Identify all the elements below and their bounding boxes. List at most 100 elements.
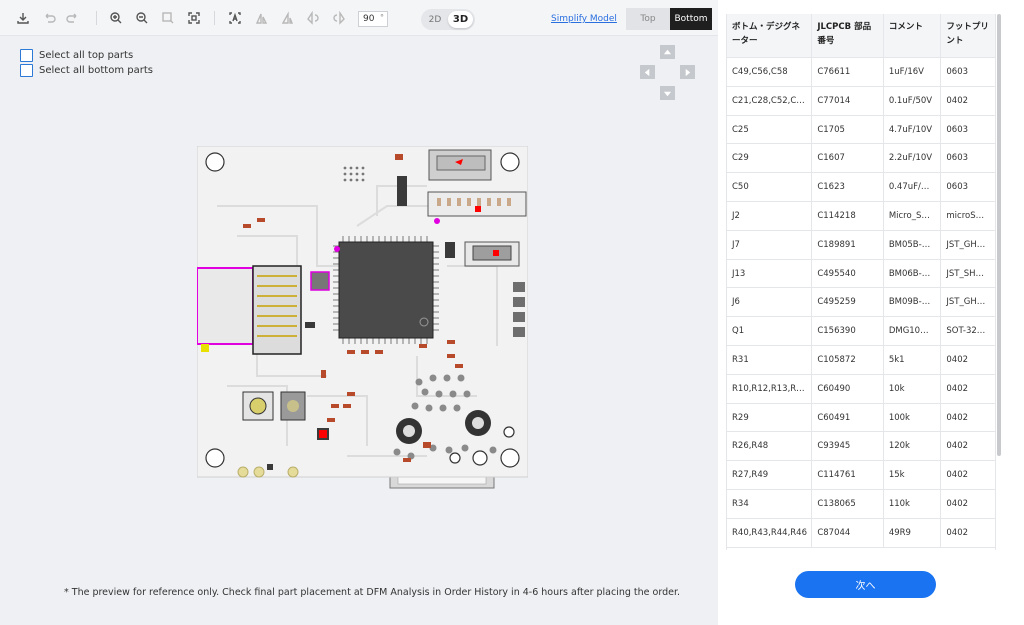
- pan-down-button[interactable]: [660, 86, 675, 100]
- select-top-parts-row[interactable]: Select all top parts: [20, 49, 133, 62]
- designator-cell: J13: [727, 259, 813, 288]
- rotate-icon[interactable]: [278, 9, 296, 27]
- toolbar-divider: [96, 11, 97, 25]
- table-row[interactable]: J7 C189891 BM05B-… JST_GH…: [727, 230, 995, 260]
- footprint-cell: 0402: [946, 383, 969, 394]
- footprint-cell: 0402: [946, 498, 969, 509]
- designator-cell: C29: [727, 144, 813, 173]
- designator-cell: C25: [727, 115, 813, 144]
- pcb-render[interactable]: [197, 146, 528, 489]
- table-row[interactable]: R34 C138065 110k 0402: [727, 489, 995, 519]
- undo-icon[interactable]: [40, 9, 58, 27]
- table-row[interactable]: C29 C1607 2.2uF/10V 0603: [727, 144, 995, 174]
- rotation-angle-input[interactable]: 90 °: [358, 11, 388, 27]
- comment-cell: 5k1: [884, 345, 942, 374]
- chevron-up-icon: [663, 49, 672, 54]
- table-row[interactable]: R26,R48 C93945 120k 0402: [727, 432, 995, 462]
- table-row[interactable]: C50 C1623 0.47uF/… 0603: [727, 173, 995, 202]
- footprint-cell: 0603: [946, 182, 969, 193]
- side-bottom-button[interactable]: Bottom: [670, 8, 712, 30]
- table-row[interactable]: R29 C60491 100k 0402: [727, 403, 995, 433]
- designator-cell: R31: [727, 345, 813, 374]
- pan-up-button[interactable]: [660, 45, 675, 59]
- text-select-icon[interactable]: [226, 9, 244, 27]
- table-row[interactable]: J13 C495540 BM06B-… JST_SH…: [727, 259, 995, 289]
- app-root: 90 ° 2D 3D Simplify Model Top Bottom Sel…: [0, 0, 1024, 625]
- pcb-viewer: 90 ° 2D 3D Simplify Model Top Bottom Sel…: [0, 0, 718, 625]
- comment-cell: Micro_S…: [884, 201, 942, 230]
- table-row[interactable]: R27,R49 C114761 15k 0402: [727, 461, 995, 490]
- comment-cell: 2.2uF/10V: [884, 144, 942, 173]
- comment-cell: 15k: [884, 461, 942, 489]
- footprint-cell: 0402: [946, 95, 969, 106]
- part-number-cell: C138065: [812, 489, 884, 518]
- select-top-label: Select all top parts: [39, 50, 134, 61]
- footprint-cell: SOT-32…: [946, 326, 986, 337]
- designator-cell: C49,C56,C58: [727, 58, 813, 86]
- part-number-cell: C93945: [812, 432, 884, 461]
- table-row[interactable]: J2 C114218 Micro_S… microS…: [727, 201, 995, 231]
- chevron-right-icon: [685, 68, 691, 76]
- rotate-icon[interactable]: [304, 9, 322, 27]
- table-row[interactable]: R10,R12,R13,R… C60490 10k 0402: [727, 374, 995, 404]
- comment-cell: 100k: [884, 403, 942, 432]
- designator-cell: J7: [727, 230, 813, 259]
- select-bottom-parts-row[interactable]: Select all bottom parts: [20, 64, 153, 77]
- select-top-checkbox[interactable]: [20, 49, 33, 62]
- comment-cell: 49R9: [884, 518, 942, 547]
- table-row[interactable]: R40,R43,R44,R46 C87044 49R9 0402: [727, 518, 995, 548]
- rotate-icon[interactable]: [252, 9, 270, 27]
- part-number-cell: C495259: [812, 288, 884, 317]
- designator-cell: J2: [727, 201, 813, 230]
- simplify-model-link[interactable]: Simplify Model: [551, 14, 617, 24]
- designator-cell: Q1: [727, 317, 813, 345]
- comment-cell: 0.47uF/…: [884, 173, 942, 201]
- mode-2d-button[interactable]: 2D: [423, 11, 447, 28]
- mode-3d-button[interactable]: 3D: [448, 11, 473, 28]
- designator-cell: R40,R43,R44,R46: [727, 518, 813, 547]
- designator-cell: R29: [727, 403, 813, 432]
- comment-cell: 1uF/16V: [884, 58, 942, 86]
- next-button[interactable]: 次へ: [795, 571, 936, 598]
- comment-cell: 0.1uF/50V: [884, 86, 942, 115]
- header-part-number: JLCPCB 部品番号: [812, 14, 884, 57]
- comment-cell: 120k: [884, 432, 942, 461]
- redo-icon[interactable]: [64, 9, 82, 27]
- viewer-toolbar: 90 ° 2D 3D Simplify Model Top Bottom: [0, 0, 718, 36]
- footprint-cell: 0402: [946, 527, 969, 538]
- chevron-down-icon: [663, 91, 672, 96]
- footprint-cell: JST_GH…: [946, 297, 986, 308]
- part-number-cell: C1705: [812, 115, 884, 144]
- comment-cell: BM05B-…: [884, 230, 942, 259]
- chevron-left-icon: [644, 68, 650, 76]
- pan-left-button[interactable]: [640, 65, 655, 79]
- download-icon[interactable]: [14, 9, 32, 27]
- zoom-area-icon[interactable]: [159, 9, 177, 27]
- table-row[interactable]: C21,C28,C52,C… C77014 0.1uF/50V 0402: [727, 86, 995, 116]
- bom-scrollbar[interactable]: [997, 14, 1001, 456]
- preview-footnote: * The preview for reference only. Check …: [64, 587, 681, 598]
- designator-cell: J6: [727, 288, 813, 317]
- zoom-out-icon[interactable]: [133, 9, 151, 27]
- part-number-cell: C114218: [812, 201, 884, 230]
- fit-view-icon[interactable]: [185, 9, 203, 27]
- designator-cell: R34: [727, 489, 813, 518]
- table-row[interactable]: J6 C495259 BM09B-… JST_GH…: [727, 288, 995, 318]
- select-bottom-checkbox[interactable]: [20, 64, 33, 77]
- rotate-icon[interactable]: [330, 9, 348, 27]
- part-number-cell: C105872: [812, 345, 884, 374]
- part-number-cell: C60491: [812, 403, 884, 432]
- table-row[interactable]: Q1 C156390 DMG10… SOT-32…: [727, 317, 995, 346]
- header-comment: コメント: [884, 14, 942, 57]
- pcb-board-image[interactable]: [197, 146, 528, 491]
- footprint-cell: 0402: [946, 470, 969, 481]
- part-number-cell: C60490: [812, 374, 884, 403]
- table-row[interactable]: C25 C1705 4.7uF/10V 0603: [727, 115, 995, 145]
- comment-cell: 110k: [884, 489, 942, 518]
- table-row[interactable]: R31 C105872 5k1 0402: [727, 345, 995, 375]
- zoom-in-icon[interactable]: [107, 9, 125, 27]
- footprint-cell: 0603: [946, 153, 969, 164]
- side-top-button[interactable]: Top: [626, 8, 670, 30]
- pan-right-button[interactable]: [680, 65, 695, 79]
- table-row[interactable]: C49,C56,C58 C76611 1uF/16V 0603: [727, 58, 995, 87]
